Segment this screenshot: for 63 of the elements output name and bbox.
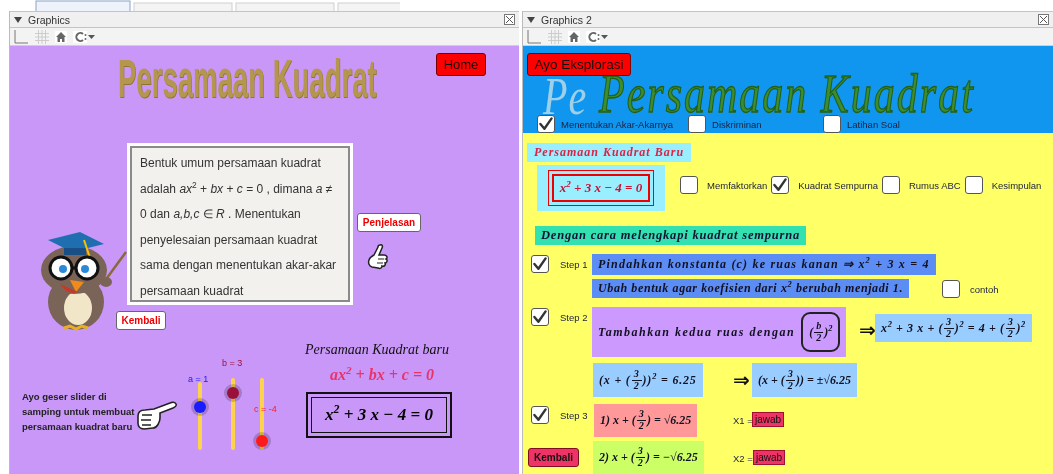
step-label: Step 3 [560, 410, 588, 421]
instruction-text: Tambahkan kedua ruas dengan [598, 324, 796, 340]
home-icon[interactable] [55, 30, 67, 43]
collapse-caret-icon[interactable] [14, 16, 22, 23]
slider-handle[interactable] [256, 435, 268, 448]
explain-button[interactable]: Penjelasan [357, 213, 421, 232]
panel-title: Graphics 2 [541, 13, 592, 26]
slider-handle[interactable] [227, 387, 239, 400]
equation-box: x$^{2}$ + 3 x − 4 = 0 [306, 392, 452, 438]
checkbox-label: Memfaktorkan [707, 179, 768, 191]
close-icon[interactable] [504, 14, 515, 25]
close-icon[interactable] [1038, 14, 1049, 25]
checkbox[interactable] [942, 280, 960, 298]
checkbox-label: Latihan Soal [847, 118, 900, 130]
definition-text: Bentuk umum persamaan kuadrat adalah ax$^{2}$ + bx + c = 0 , dimana a ≠ 0 dan a,b,c ∈ R . Menentukan penyelesaian persamaan kuadrat sama dengan menentukan akar-akar persamaan kuadrat [130, 146, 350, 302]
checkbox-label: Kesimpulan [991, 179, 1042, 191]
field-label: X1 = [733, 415, 753, 426]
section-label: Persamaan Kuadrat Baru [527, 143, 692, 162]
implies-arrow: ⇒ [733, 368, 750, 392]
slider-label: b = 3 [222, 358, 243, 368]
pointing-hand-icon [365, 243, 391, 271]
implies-arrow: ⇒ [859, 318, 876, 342]
collapse-caret-icon[interactable] [527, 16, 535, 23]
slider-label: c = -4 [254, 404, 277, 414]
equation-box: x$^{2}$ + 3 x − 4 = 0 [537, 165, 665, 211]
checkbox-label: Kuadrat Sempurna [798, 179, 878, 191]
checkbox-label: Diskriminan [712, 118, 762, 130]
instruction-text: Ubah bentuk agar koefisien dari x$^{2}$ berubah menjadi 1. [592, 279, 910, 298]
section-title: Persamaan Kuadrat baru [305, 342, 449, 358]
answer-field[interactable]: jawab [753, 450, 786, 465]
checkbox[interactable] [537, 115, 555, 133]
capture-mode-icon[interactable] [73, 30, 95, 43]
checkbox[interactable] [823, 115, 841, 133]
checkbox-label: contoh [970, 284, 999, 295]
answer-field[interactable]: jawab [752, 412, 785, 427]
home-icon[interactable] [568, 30, 580, 43]
explore-button[interactable]: Ayo Eksplorasi [527, 53, 631, 76]
checkbox[interactable] [964, 176, 983, 194]
checkbox-label: Rumus ABC [908, 179, 961, 191]
checkbox[interactable] [771, 176, 790, 194]
panel-title: Graphics [28, 13, 70, 26]
back-button[interactable]: Kembali [116, 311, 166, 330]
checkbox-label: Menentukan Akar-Akarnya [561, 118, 673, 130]
step-label: Step 2 [560, 312, 588, 323]
instruction-text: Pindahkan konstanta (c) ke ruas kanan ⇒ x$^{2}$ + 3 x = 4 [592, 254, 936, 275]
slider-label: a = 1 [188, 374, 209, 384]
method-heading: Dengan cara melengkapi kuadrat sempurna [535, 226, 807, 245]
formula-text: ax$^{2}$ + bx + c = 0 [330, 366, 435, 384]
capture-mode-icon[interactable] [586, 30, 608, 43]
checkbox[interactable] [531, 255, 549, 273]
checkbox[interactable] [881, 176, 900, 194]
slider-hint-text: Ayo geser slider di samping untuk membuat persamaan kuadrat baru [22, 390, 136, 434]
home-button[interactable]: Home [436, 53, 486, 76]
slider-handle[interactable] [194, 401, 206, 414]
field-label: X2 = [733, 453, 753, 464]
checkbox[interactable] [680, 176, 698, 194]
checkbox[interactable] [531, 406, 549, 424]
checkbox[interactable] [531, 308, 549, 326]
back-button[interactable]: Kembali [528, 448, 579, 467]
step-label: Step 1 [560, 259, 588, 270]
checkbox[interactable] [688, 115, 706, 133]
page-title: Persamaan Kuadrat [118, 48, 377, 108]
pointing-hand-icon [136, 400, 178, 432]
